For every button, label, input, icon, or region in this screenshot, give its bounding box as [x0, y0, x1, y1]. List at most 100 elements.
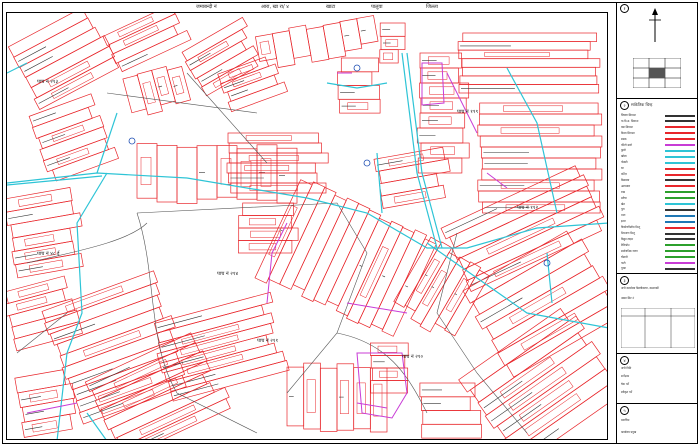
- building: [359, 246, 389, 298]
- legend-symbol: [665, 161, 695, 164]
- parcel-text-mark: [38, 87, 69, 104]
- map-label-2: पाच नं २१४: [217, 270, 238, 277]
- parcel: [21, 397, 77, 423]
- legend-symbol: [665, 126, 695, 129]
- parcel-text-mark: [189, 52, 211, 66]
- parcel: [122, 74, 147, 114]
- parcel: [422, 410, 482, 425]
- parcel: [242, 202, 294, 216]
- parcel-block: [440, 165, 605, 292]
- legend-row: टेलिफोन: [621, 243, 695, 248]
- parcel: [378, 173, 439, 197]
- parcel: [166, 65, 192, 105]
- building: [140, 157, 152, 185]
- road: [96, 112, 118, 174]
- parcel: [153, 291, 274, 334]
- legend-label: इनार: [621, 219, 626, 224]
- building: [31, 420, 58, 433]
- legend-symbol: [665, 267, 695, 270]
- legend-label: घर: [621, 166, 624, 171]
- parcel: [340, 57, 379, 73]
- map-label-5: पाच नं ११२: [517, 204, 538, 211]
- header-label-1: जमाबन्दी नं: [196, 4, 217, 10]
- parcel-text-mark: [405, 285, 409, 288]
- parcel: [56, 306, 164, 356]
- parcel-text-mark: [425, 274, 428, 277]
- parcel: [67, 339, 179, 391]
- legend-row: पोखरी: [621, 160, 695, 165]
- parcel: [7, 200, 74, 226]
- parcel: [370, 229, 428, 330]
- parcel-layer: [7, 13, 607, 439]
- legend-label: अस्पताल: [621, 183, 631, 188]
- legend-row: खेत: [621, 202, 695, 207]
- parcel-text-mark: [231, 89, 248, 97]
- legend-symbol: [665, 256, 695, 259]
- parcel: [236, 148, 258, 200]
- legend-symbol: [665, 144, 695, 146]
- parcel: [271, 30, 296, 68]
- map-label-layer: पाच नं ४८ ई पाच नं २१४ पाच नं २११ पाच नं…: [37, 78, 538, 360]
- legend-label: चौतारी: [621, 254, 628, 259]
- building: [429, 86, 455, 95]
- note-line: सर्भेक्षक: [621, 374, 630, 378]
- parcel-block: [370, 342, 409, 394]
- legend-symbol: [665, 173, 695, 176]
- parcel: [335, 217, 392, 317]
- parcel-block: [462, 230, 607, 378]
- map-canvas[interactable]: पाच नं ४८ ई पाच नं २१४ पाच नं २११ पाच नं…: [7, 13, 608, 440]
- legend-symbol: [665, 250, 695, 253]
- map-label-6: पाच नं १९९: [457, 108, 478, 115]
- parcel: [305, 26, 330, 63]
- parcel: [337, 71, 373, 86]
- legend-row: धारा: [621, 213, 695, 218]
- building: [139, 404, 197, 436]
- parcel: [478, 190, 600, 203]
- parcel: [419, 82, 470, 99]
- legend-label: खेत: [621, 201, 625, 206]
- legend-row: घर: [621, 166, 695, 171]
- legend-label: नियन्त्रण बिन्दु: [621, 231, 635, 235]
- legend-label: टेलिफोन: [621, 242, 630, 247]
- parcel: [21, 413, 73, 438]
- parcel-block: [122, 65, 192, 116]
- survey-point-icon: [363, 159, 371, 167]
- legend-label: खोला: [621, 154, 627, 159]
- legend-row: बगैचा: [621, 196, 695, 201]
- building: [29, 389, 59, 403]
- legend-title: सांकेतिक चिन्ह: [631, 102, 653, 107]
- legend-row: रुख: [621, 190, 695, 195]
- road: [7, 62, 28, 74]
- building: [249, 218, 276, 226]
- note-line: कार्यालय प्रमुख: [621, 430, 637, 434]
- parcel: [227, 81, 289, 113]
- building: [486, 217, 556, 255]
- parcel: [458, 49, 589, 60]
- parcel: [72, 351, 181, 402]
- parcel-text-mark: [18, 266, 43, 272]
- section-number: २: [620, 101, 629, 110]
- legend-symbol: [665, 138, 695, 141]
- legend-symbol: [665, 149, 695, 152]
- parcel: [462, 66, 596, 77]
- cadastral-map[interactable]: पाच नं ४८ ई पाच नं २१४ पाच नं २११ पाच नं…: [6, 12, 608, 440]
- legend-panel: १ २ सांकेतिक चिन्ह जिल्ला सिमाना गा.वि.स.…: [616, 2, 698, 444]
- parcel-block: [477, 102, 603, 214]
- magenta-boundary: [446, 72, 478, 134]
- building: [484, 52, 550, 57]
- legend-section: २ सांकेतिक चिन्ह जिल्ला सिमाना गा.वि.स. स…: [617, 99, 698, 274]
- legend-row: अस्पताल: [621, 184, 695, 189]
- legend-symbol: [665, 155, 695, 158]
- parcel: [301, 197, 360, 302]
- legend-label: मन्दिर: [621, 172, 627, 176]
- legend-symbol: [665, 203, 695, 205]
- parcel-block: [181, 16, 259, 97]
- parcel: [28, 93, 96, 128]
- north-arrow-icon: [649, 8, 661, 42]
- building: [503, 105, 563, 112]
- section-number: ५: [620, 406, 629, 415]
- parcel: [451, 185, 593, 260]
- building: [24, 234, 55, 247]
- legend-row: त्रिकोणमितीय बिन्दु: [621, 225, 695, 230]
- legend-symbol: [665, 114, 695, 117]
